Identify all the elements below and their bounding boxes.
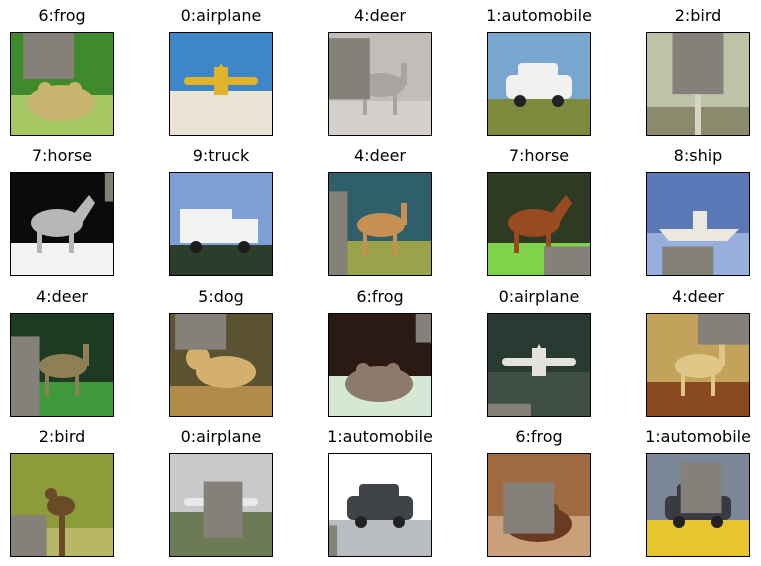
grid-cell: 4:deer: [328, 146, 432, 276]
occlusion-patch: [175, 314, 227, 350]
deer-image: [329, 33, 431, 135]
image-label: 6:frog: [515, 427, 563, 446]
occlusion-patch: [503, 482, 555, 534]
horse-image: [488, 173, 590, 275]
horse-image: [11, 173, 113, 275]
image-thumbnail: [10, 453, 114, 557]
frog-image: [329, 314, 431, 416]
image-thumbnail: [10, 313, 114, 417]
image-thumbnail: [487, 453, 591, 557]
occlusion-patch: [203, 481, 243, 538]
image-thumbnail: [10, 32, 114, 136]
occlusion-patch: [329, 191, 348, 275]
airplane-image: [170, 33, 272, 135]
occlusion-patch: [329, 38, 370, 100]
occlusion-patch: [698, 314, 749, 345]
grid-cell: 7:horse: [10, 146, 114, 276]
occlusion-patch: [544, 246, 590, 275]
grid-cell: 4:deer: [328, 6, 432, 136]
occlusion-patch: [11, 515, 47, 556]
image-thumbnail: [646, 313, 750, 417]
deer-image: [647, 314, 749, 416]
truck-image: [170, 173, 272, 275]
image-label: 4:deer: [672, 287, 724, 306]
image-label: 1:automobile: [327, 427, 433, 446]
occlusion-patch: [11, 336, 40, 416]
image-thumbnail: [328, 32, 432, 136]
airplane-image: [488, 314, 590, 416]
image-thumbnail: [169, 453, 273, 557]
grid-cell: 1:automobile: [486, 6, 592, 136]
deer-image: [11, 314, 113, 416]
image-label: 8:ship: [673, 146, 723, 165]
frog-image: [11, 33, 113, 135]
image-thumbnail: [328, 453, 432, 557]
occlusion-patch: [23, 33, 75, 79]
image-thumbnail: [169, 313, 273, 417]
grid-cell: 6:frog: [10, 6, 114, 136]
grid-cell: 2:bird: [10, 427, 114, 557]
image-label: 0:airplane: [180, 427, 262, 446]
image-label: 1:automobile: [645, 427, 751, 446]
ship-image: [647, 173, 749, 275]
automobile-image: [329, 454, 431, 556]
grid-cell: 7:horse: [487, 146, 591, 276]
image-thumbnail: [328, 313, 432, 417]
image-label: 4:deer: [354, 146, 406, 165]
image-label: 0:airplane: [180, 6, 262, 25]
grid-cell: 1:automobile: [327, 427, 433, 557]
grid-cell: 8:ship: [646, 146, 750, 276]
image-thumbnail: [646, 172, 750, 276]
automobile-image: [647, 454, 749, 556]
image-thumbnail: [646, 453, 750, 557]
grid-cell: 6:frog: [328, 287, 432, 417]
image-thumbnail: [487, 313, 591, 417]
image-thumbnail: [487, 32, 591, 136]
deer-image: [329, 173, 431, 275]
occlusion-patch: [104, 173, 113, 202]
frog-image: [488, 454, 590, 556]
automobile-image: [488, 33, 590, 135]
image-thumbnail: [646, 32, 750, 136]
airplane-image: [170, 454, 272, 556]
grid-cell: 5:dog: [169, 287, 273, 417]
grid-cell: 9:truck: [169, 146, 273, 276]
image-label: 0:airplane: [498, 287, 580, 306]
image-label: 9:truck: [192, 146, 250, 165]
image-label: 5:dog: [198, 287, 244, 306]
image-thumbnail: [328, 172, 432, 276]
image-label: 6:frog: [356, 287, 404, 306]
occlusion-patch: [488, 403, 531, 416]
image-label: 1:automobile: [486, 6, 592, 25]
bird-image: [647, 33, 749, 135]
occlusion-patch: [662, 246, 714, 275]
dog-image: [170, 314, 272, 416]
occlusion-patch: [415, 314, 431, 343]
grid-cell: 2:bird: [646, 6, 750, 136]
image-label: 2:bird: [674, 6, 722, 25]
grid-cell: 6:frog: [487, 427, 591, 557]
image-thumbnail: [169, 32, 273, 136]
grid-cell: 4:deer: [646, 287, 750, 417]
grid-cell: 0:airplane: [487, 287, 591, 417]
grid-cell: 4:deer: [10, 287, 114, 417]
image-thumbnail: [10, 172, 114, 276]
image-thumbnail: [169, 172, 273, 276]
image-thumbnail: [487, 172, 591, 276]
grid-cell: 1:automobile: [645, 427, 751, 557]
image-label: 7:horse: [508, 146, 570, 165]
image-label: 4:deer: [354, 6, 406, 25]
occlusion-patch: [329, 525, 338, 556]
occlusion-patch: [672, 33, 724, 95]
grid-cell: 0:airplane: [169, 427, 273, 557]
bird-image: [11, 454, 113, 556]
occlusion-patch: [680, 462, 722, 514]
image-grid: 6:frog 0:airplane 4:deer 1:automobile 2:bird…: [0, 0, 761, 566]
grid-cell: 0:airplane: [169, 6, 273, 136]
